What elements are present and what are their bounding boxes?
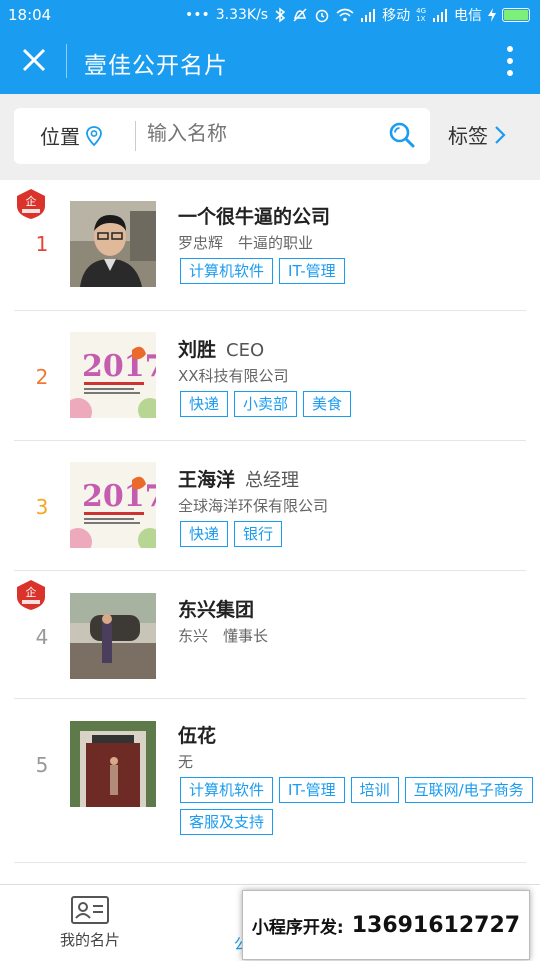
card-photo — [70, 721, 156, 807]
tag[interactable]: IT-管理 — [279, 258, 345, 284]
card-photo: 2017 — [70, 462, 156, 548]
card-subtitle: 东兴 懂事长 — [178, 627, 269, 645]
more-vertical-icon[interactable] — [500, 44, 520, 78]
rank-number: 5 — [35, 753, 49, 777]
signal-icon — [361, 9, 376, 22]
tag[interactable]: 美食 — [303, 391, 352, 417]
search-area: 位置 标签 — [0, 94, 540, 180]
card-subtitle: 全球海洋环保有限公司 — [178, 497, 329, 515]
carrier-1: 移动 — [382, 8, 411, 24]
location-selector[interactable]: 位置 — [40, 121, 104, 150]
tag[interactable]: 培训 — [350, 777, 399, 803]
bluetooth-icon — [275, 7, 286, 23]
card-name-text: 东兴集团 — [178, 599, 255, 621]
tag[interactable]: 互联网/电子商务 — [404, 777, 533, 803]
tag[interactable]: 小卖部 — [234, 391, 298, 417]
card-name-text: 王海洋 — [178, 469, 236, 491]
tag[interactable]: 快递 — [180, 391, 229, 417]
nav-my-card-label: 我的名片 — [59, 931, 120, 949]
tag[interactable]: IT-管理 — [279, 777, 345, 803]
card-subtitle: 罗忠辉 牛逼的职业 — [178, 234, 314, 252]
card-name: 刘胜 CEO — [178, 335, 264, 362]
search-input[interactable] — [147, 121, 367, 145]
rank-number: 4 — [35, 625, 49, 649]
wifi-icon — [336, 8, 354, 22]
svg-text:企: 企 — [26, 194, 37, 208]
tag-filter-label: 标签 — [448, 124, 488, 148]
card-photo — [70, 593, 156, 679]
card-name-text: 一个很牛逼的公司 — [178, 206, 331, 228]
status-bar: 18:04 ••• 3.33K/s 移动 4G 1X 电信 — [0, 0, 540, 30]
status-time: 18:04 — [8, 6, 52, 24]
charging-icon — [488, 8, 496, 22]
card-name: 伍花 — [178, 721, 216, 748]
tag[interactable]: 快递 — [180, 521, 229, 547]
card-name-text: 伍花 — [178, 725, 217, 747]
tag[interactable]: 计算机软件 — [180, 258, 274, 284]
card-name: 东兴集团 — [178, 595, 254, 622]
signal-icon-2 — [433, 9, 447, 22]
card-position: 总经理 — [245, 470, 300, 491]
silent-icon — [293, 8, 307, 22]
card-subtitle: 无 — [178, 753, 194, 771]
rank-number: 2 — [35, 365, 49, 389]
tag[interactable]: 银行 — [234, 521, 283, 547]
list-item[interactable]: 2 2017 刘胜 CEO XX科技有限公司 快递 小卖部 美食 — [0, 311, 540, 441]
page-title: 壹佳公开名片 — [84, 53, 228, 79]
rank-number: 3 — [35, 495, 49, 519]
card-name-text: 刘胜 — [178, 339, 217, 361]
nav-my-card[interactable]: 我的名片 — [54, 895, 126, 950]
promo-label: 小程序开发: — [251, 917, 344, 938]
rank-number: 1 — [35, 232, 49, 256]
carrier-2: 电信 — [454, 8, 482, 24]
network-type-1: 4G — [416, 7, 426, 15]
location-pin-icon — [86, 125, 102, 146]
search-icon[interactable] — [388, 121, 416, 149]
close-icon[interactable] — [18, 44, 50, 76]
battery-icon — [502, 8, 530, 22]
title-bar: 壹佳公开名片 — [0, 30, 540, 94]
search-box: 位置 — [14, 108, 430, 164]
card-position: CEO — [226, 340, 265, 361]
chevron-right-icon — [495, 125, 506, 144]
id-card-icon — [71, 896, 109, 924]
network-type: 4G 1X — [416, 7, 426, 23]
more-dots-icon: ••• — [184, 7, 210, 23]
card-photo: 2017 — [70, 332, 156, 418]
card-name: 一个很牛逼的公司 — [178, 202, 330, 229]
tag-list: 快递 银行 — [180, 521, 540, 547]
enterprise-badge-icon: 企 — [17, 580, 45, 610]
status-icons: ••• 3.33K/s 移动 4G 1X 电信 — [185, 5, 530, 25]
network-type-2: 1X — [416, 15, 426, 23]
promo-banner: 小程序开发: 13691612727 — [242, 890, 530, 960]
alarm-icon — [315, 9, 329, 23]
card-subtitle: XX科技有限公司 — [178, 367, 289, 385]
tag-list: 计算机软件 IT-管理 — [180, 258, 540, 284]
net-speed: 3.33K/s — [215, 7, 269, 23]
promo-phone: 13691612727 — [351, 912, 521, 938]
card-list: 企 1 一个很牛逼的公司 罗忠辉 牛逼的职业 计算机软件 IT-管理 2 201… — [0, 180, 540, 903]
search-divider — [135, 121, 136, 151]
list-item[interactable]: 3 2017 王海洋 总经理 全球海洋环保有限公司 快递 银行 — [0, 441, 540, 571]
enterprise-badge-icon: 企 — [17, 189, 45, 219]
tag-list: 计算机软件 IT-管理 培训 互联网/电子商务 客服及支持 — [180, 777, 540, 835]
svg-text:企: 企 — [26, 585, 37, 599]
location-label: 位置 — [40, 125, 80, 149]
title-divider — [66, 44, 67, 78]
tag-filter-button[interactable]: 标签 — [448, 120, 506, 149]
tag-list: 快递 小卖部 美食 — [180, 391, 540, 417]
list-item[interactable]: 5 伍花 无 计算机软件 IT-管理 培训 互联网/电子商务 客服及支持 — [0, 699, 540, 863]
card-name: 王海洋 总经理 — [178, 465, 299, 492]
tag[interactable]: 客服及支持 — [180, 809, 274, 835]
card-photo — [70, 201, 156, 287]
list-item[interactable]: 企 4 东兴集团 东兴 懂事长 — [0, 571, 540, 699]
tag[interactable]: 计算机软件 — [180, 777, 274, 803]
list-item[interactable]: 企 1 一个很牛逼的公司 罗忠辉 牛逼的职业 计算机软件 IT-管理 — [0, 180, 540, 311]
